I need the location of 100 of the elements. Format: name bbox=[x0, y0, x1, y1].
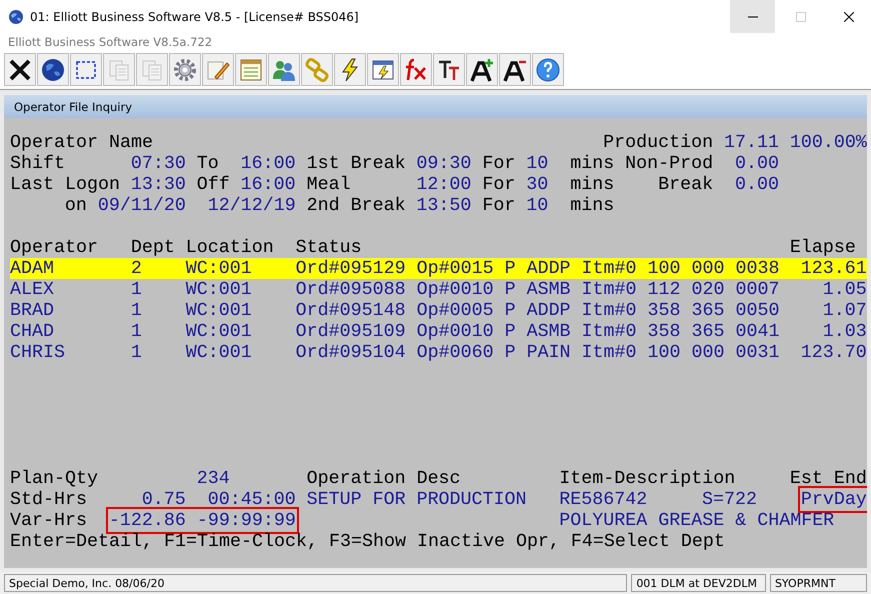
field-value: POLYUREA GREASE & CHAMFER bbox=[559, 510, 834, 531]
field-value: 12/12/19 bbox=[208, 195, 296, 216]
table-cell-text: 1 bbox=[130, 300, 143, 321]
field-value: RE586742 bbox=[559, 489, 648, 510]
table-cell: Ord#095109 Op#0010 P ASMB Itm#0 358 365 0041 bbox=[296, 321, 779, 342]
table-cell-text: 1.03 bbox=[822, 321, 867, 342]
x-icon bbox=[7, 56, 33, 82]
field-value: 12:00 bbox=[416, 174, 472, 195]
toolbar-button[interactable] bbox=[4, 53, 36, 86]
toolbar-button[interactable] bbox=[70, 53, 102, 86]
field-value: 16:00 bbox=[240, 153, 296, 174]
field-value: 100.00% bbox=[790, 132, 867, 153]
field-value: 0.00 bbox=[734, 174, 779, 195]
toolbar-button[interactable] bbox=[367, 53, 399, 86]
table-cell-text: ADAM bbox=[10, 258, 55, 279]
field-label: Off bbox=[196, 174, 230, 195]
table-cell-text: WC:001 bbox=[186, 279, 253, 300]
table-cell: Ord#095088 Op#0010 P ASMB Itm#0 112 020 0007 bbox=[296, 279, 779, 300]
field-label: 1st Break bbox=[306, 153, 406, 174]
field-label: For bbox=[482, 195, 516, 216]
field-value: SETUP FOR PRODUCTION bbox=[306, 489, 526, 510]
field-label: Operation Desc bbox=[306, 468, 460, 489]
field-label: Std-Hrs bbox=[10, 489, 87, 510]
table-cell-text: CHRIS bbox=[10, 342, 66, 363]
field-value: 13:50 bbox=[416, 195, 472, 216]
field-value: 00:45:00 bbox=[208, 489, 296, 510]
table-row[interactable]: CHAD 1 WC:001 Ord#095109 Op#0010 P ASMB Itm#0 358 365 0041 1.03 bbox=[10, 321, 867, 342]
font-larger-icon bbox=[469, 56, 495, 82]
toolbar-button[interactable] bbox=[37, 53, 69, 86]
field-label: Production bbox=[603, 132, 713, 153]
table-cell-text: CHAD bbox=[10, 321, 55, 342]
field-value: 07:30 bbox=[130, 153, 186, 174]
table-cell-text: 1.05 bbox=[822, 279, 867, 300]
toolbar-button[interactable] bbox=[334, 53, 366, 86]
table-cell: Ord#095148 Op#0005 P ADDP Itm#0 358 365 0050 bbox=[296, 300, 779, 321]
table-cell-text: BRAD bbox=[10, 300, 55, 321]
table-cell-text: 1 bbox=[130, 342, 143, 363]
column-header: Dept bbox=[130, 237, 175, 258]
field-label: mins bbox=[570, 174, 614, 195]
table-cell-text: 2 bbox=[130, 258, 143, 279]
table-row[interactable]: ADAM 2 WC:001 Ord#095129 Op#0015 P ADDP Itm#0 100 000 0038 123.61 bbox=[10, 258, 867, 279]
toolbar-button[interactable] bbox=[466, 53, 498, 86]
status-bar-field: Special Demo, Inc. 08/06/20 bbox=[4, 574, 628, 592]
field-label: Break bbox=[658, 174, 713, 195]
table-cell-text: 123.70 bbox=[800, 342, 867, 363]
field-value: 0.75 bbox=[142, 489, 186, 510]
maximize-icon bbox=[796, 12, 806, 22]
table-cell-text: WC:001 bbox=[186, 342, 253, 363]
table-row[interactable]: ALEX 1 WC:001 Ord#095088 Op#0010 P ASMB Itm#0 112 020 0007 1.05 bbox=[10, 279, 867, 300]
column-header: Location bbox=[186, 237, 274, 258]
table-row[interactable]: CHRIS 1 WC:001 Ord#095104 Op#0060 P PAIN Itm#0 100 000 0031 123.70 bbox=[10, 342, 867, 363]
field-value: 234 bbox=[196, 468, 230, 489]
field-value: 09:30 bbox=[416, 153, 472, 174]
help-icon bbox=[535, 56, 561, 82]
globe-icon bbox=[40, 56, 66, 82]
field-label: Shift bbox=[10, 153, 65, 174]
column-header: Operator bbox=[10, 237, 98, 258]
field-label: Non-Prod bbox=[625, 153, 713, 174]
table-cell-text: 1 bbox=[130, 321, 143, 342]
status-bar-field: SYOPRMNT bbox=[770, 574, 867, 592]
toolbar-button[interactable] bbox=[499, 53, 531, 86]
close-icon bbox=[844, 12, 854, 22]
field-label: Enter=Detail, F1=Time-Clock, F3=Show Inactive Opr, F4=Select Dept bbox=[10, 531, 724, 552]
field-value: 09/11/20 bbox=[98, 195, 186, 216]
field-value: -122.86 -99:99:99 bbox=[108, 510, 296, 531]
field-label: on bbox=[64, 195, 87, 216]
app-version: Elliott Business Software V8.5a.722 bbox=[8, 34, 212, 48]
field-value: 10 bbox=[526, 153, 548, 174]
field-value: 16:00 bbox=[240, 174, 296, 195]
toolbar-button[interactable] bbox=[532, 53, 564, 86]
panel-title: Operator File Inquiry bbox=[14, 100, 132, 114]
notebook-icon bbox=[238, 56, 264, 82]
field-label: Operator Name bbox=[10, 132, 153, 153]
field-label: Plan-Qty bbox=[10, 468, 98, 489]
field-value: 10 bbox=[526, 195, 548, 216]
window-title: 01: Elliott Business Software V8.5 - [License# BSS046] bbox=[30, 10, 359, 24]
field-label: To bbox=[196, 153, 219, 174]
gear-icon bbox=[172, 56, 198, 82]
toolbar-button[interactable] bbox=[433, 53, 465, 86]
field-label: Est End bbox=[790, 468, 867, 489]
field-value: 17.11 bbox=[724, 132, 779, 153]
table-cell-text: 1.07 bbox=[822, 300, 867, 321]
field-label: 2nd Break bbox=[306, 195, 406, 216]
table-cell-text: 1 bbox=[130, 279, 143, 300]
table-row[interactable]: BRAD 1 WC:001 Ord#095148 Op#0005 P ADDP Itm#0 358 365 0050 1.07 bbox=[10, 300, 867, 321]
status-bar-field: 001 DLM at DEV2DLM bbox=[631, 574, 766, 592]
table-cell-text: WC:001 bbox=[186, 321, 253, 342]
field-value: 30 bbox=[526, 174, 548, 195]
table-cell: Ord#095129 Op#0015 P ADDP Itm#0 100 000 0038 bbox=[296, 258, 779, 279]
field-label: Var-Hrs bbox=[10, 510, 87, 531]
table-cell-text: 123.61 bbox=[800, 258, 867, 279]
field-value: 0.00 bbox=[734, 153, 779, 174]
field-label: Meal bbox=[306, 174, 351, 195]
field-value: 13:30 bbox=[130, 174, 186, 195]
function-icon bbox=[403, 56, 429, 82]
globe-icon bbox=[8, 8, 24, 24]
table-cell-text: WC:001 bbox=[186, 300, 253, 321]
field-label: mins bbox=[570, 153, 614, 174]
field-label: For bbox=[482, 174, 516, 195]
column-header: Elapse bbox=[790, 237, 856, 258]
